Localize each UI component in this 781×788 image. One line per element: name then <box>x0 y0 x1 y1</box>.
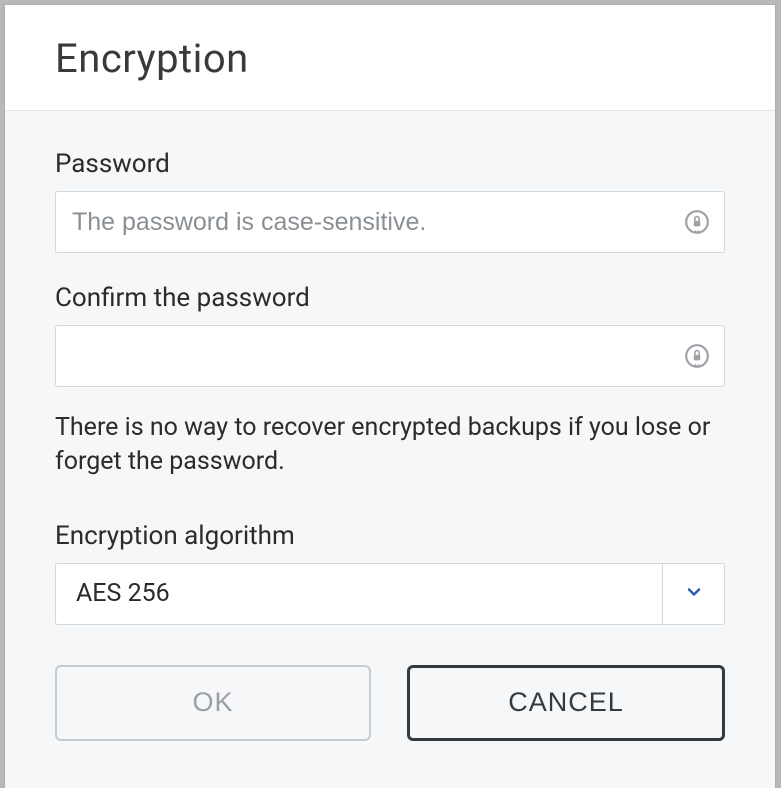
dialog-title: Encryption <box>55 35 725 82</box>
confirm-password-input[interactable] <box>56 326 724 386</box>
password-label: Password <box>55 149 725 179</box>
password-field-group: Password <box>55 149 725 253</box>
confirm-password-input-wrapper <box>55 325 725 387</box>
password-input-wrapper <box>55 191 725 253</box>
dialog-body: Password Confirm the password <box>5 111 775 771</box>
algorithm-field-group: Encryption algorithm AES 256 <box>55 521 725 625</box>
warning-text: There is no way to recover encrypted bac… <box>55 411 725 479</box>
algorithm-dropdown-toggle[interactable] <box>662 564 724 624</box>
confirm-password-label: Confirm the password <box>55 283 725 313</box>
cancel-button[interactable]: CANCEL <box>407 665 725 741</box>
algorithm-selected-value: AES 256 <box>56 564 662 624</box>
ok-button[interactable]: OK <box>55 665 371 741</box>
chevron-down-icon <box>684 582 704 606</box>
confirm-password-field-group: Confirm the password <box>55 283 725 387</box>
dialog-header: Encryption <box>5 5 775 111</box>
password-input[interactable] <box>56 192 724 252</box>
encryption-dialog: Encryption Password Confirm the password <box>5 5 775 788</box>
dialog-button-row: OK CANCEL <box>55 665 725 741</box>
algorithm-label: Encryption algorithm <box>55 521 725 551</box>
algorithm-select[interactable]: AES 256 <box>55 563 725 625</box>
